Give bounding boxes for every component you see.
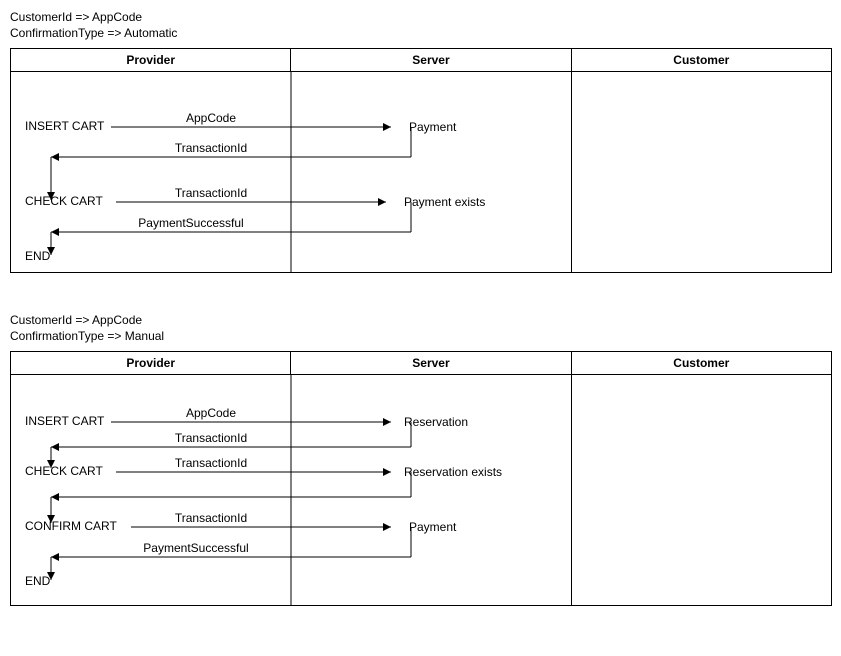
diagram-table: ProviderServerCustomer INSERT CART CHECK C… [10,48,832,273]
step-label: END [25,249,51,263]
customer-lane [572,72,831,272]
column-header-customer: Customer [572,49,831,71]
sequence-diagram: CustomerId => AppCode ConfirmationType =>… [10,313,831,606]
meta-confirmationtype: ConfirmationType => Automatic [10,26,831,40]
sequence-svg: INSERT CART CHECK CART END AppCode Payment Tr… [11,72,571,272]
target-label: Payment [409,520,457,534]
column-header-provider: Provider [11,352,291,374]
step-label: INSERT CART [25,119,105,133]
diagram-body: INSERT CART CHECK CART END AppCode Payment Tr… [11,72,831,272]
sequence-svg: INSERT CART CHECK CART CONFIRM CART END AppC… [11,375,571,605]
step-label: CHECK CART [25,464,103,478]
target-label: Reservation exists [404,465,502,479]
customer-lane [572,375,831,605]
meta-customerid: CustomerId => AppCode [10,10,831,24]
sequence-diagram: CustomerId => AppCode ConfirmationType =>… [10,10,831,273]
message-label: AppCode [186,406,236,420]
message-label: AppCode [186,111,236,125]
meta-customerid: CustomerId => AppCode [10,313,831,327]
diagram-body: INSERT CART CHECK CART CONFIRM CART END AppC… [11,375,831,605]
column-header-provider: Provider [11,49,291,71]
message-label: TransactionId [175,431,247,445]
column-header-customer: Customer [572,352,831,374]
message-label: TransactionId [175,141,247,155]
step-label: CONFIRM CART [25,519,117,533]
column-header-server: Server [291,49,571,71]
message-label: TransactionId [175,511,247,525]
target-label: Payment [409,120,457,134]
message-label: TransactionId [175,456,247,470]
message-label: TransactionId [175,186,247,200]
step-label: END [25,574,51,588]
meta-confirmationtype: ConfirmationType => Manual [10,329,831,343]
diagram-table: ProviderServerCustomer INSERT CART CHECK C… [10,351,832,606]
message-label: PaymentSuccessful [143,541,248,555]
column-header-server: Server [291,352,571,374]
step-label: CHECK CART [25,194,103,208]
target-label: Reservation [404,415,468,429]
message-label: PaymentSuccessful [138,216,243,230]
target-label: Payment exists [404,195,485,209]
step-label: INSERT CART [25,414,105,428]
